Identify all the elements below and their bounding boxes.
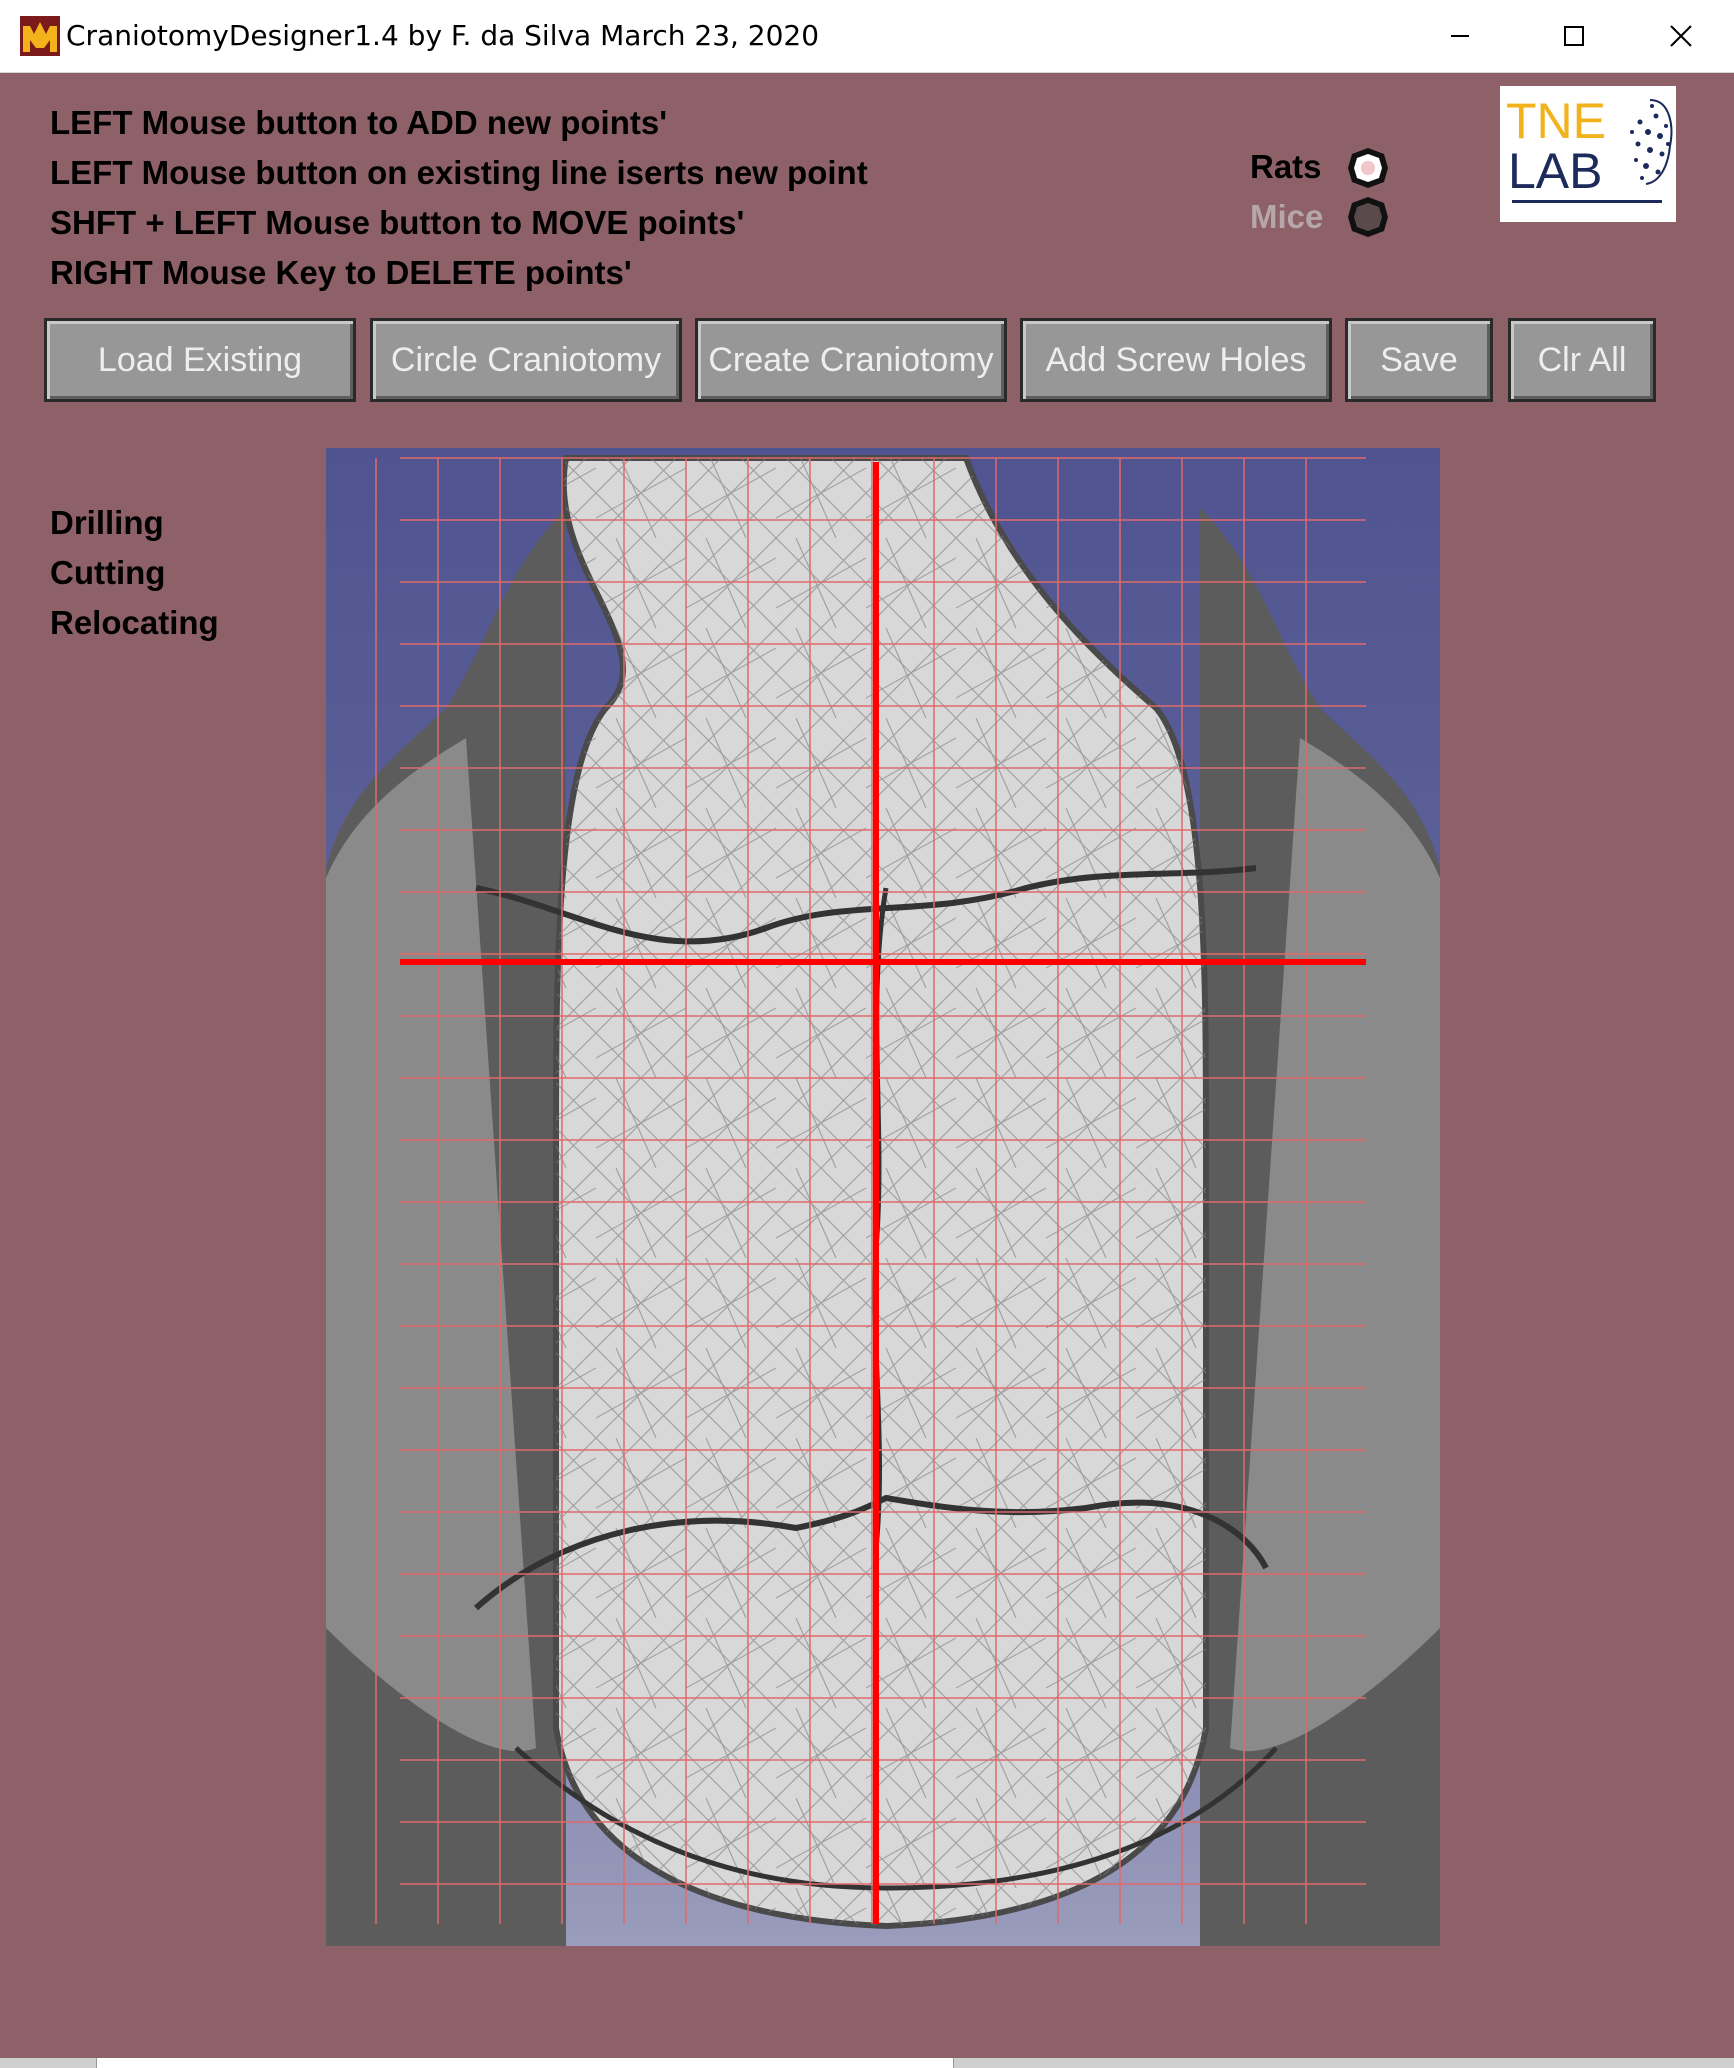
instruction-insert: LEFT Mouse button on existing line isert… (50, 154, 868, 191)
load-existing-button[interactable]: Load Existing (44, 318, 356, 402)
create-craniotomy-button[interactable]: Create Craniotomy (695, 318, 1007, 402)
logo-line1: TNE (1506, 93, 1606, 149)
skull-viewport[interactable] (326, 448, 1440, 1946)
scrollbar-thumb[interactable] (96, 2058, 954, 2068)
brain-icon (1630, 99, 1673, 185)
close-button[interactable] (1628, 0, 1734, 72)
window-title-bar: CraniotomyDesigner1.4 by F. da Silva Mar… (0, 0, 1734, 73)
instructions-panel: LEFT Mouse button to ADD new points' LEF… (50, 98, 868, 298)
instruction-move: SHFT + LEFT Mouse button to MOVE points' (50, 204, 745, 241)
radio-mice[interactable] (1346, 195, 1390, 239)
instruction-add: LEFT Mouse button to ADD new points' (50, 104, 668, 141)
clear-all-button[interactable]: Clr All (1508, 318, 1656, 402)
tne-lab-logo-graphic: TNE LAB (1506, 93, 1673, 203)
logo-tagline (1512, 200, 1662, 203)
minimize-button[interactable] (1400, 0, 1520, 72)
maximize-icon (1564, 26, 1584, 46)
close-icon (1670, 25, 1692, 47)
status-cutting: Cutting (50, 554, 166, 591)
tne-lab-logo: TNE LAB (1500, 86, 1676, 222)
bottom-scrollbar[interactable] (0, 2058, 1734, 2068)
status-list: Drilling Cutting Relocating (50, 498, 219, 648)
logo-line2: LAB (1508, 143, 1603, 199)
app-icon (20, 16, 60, 56)
skull-canvas[interactable] (326, 448, 1440, 1946)
radio-rats[interactable] (1346, 146, 1390, 190)
status-drilling: Drilling (50, 504, 164, 541)
status-relocating: Relocating (50, 604, 219, 641)
radio-mice-label: Mice (1250, 198, 1324, 235)
save-button[interactable]: Save (1345, 318, 1493, 402)
circle-craniotomy-button[interactable]: Circle Craniotomy (370, 318, 682, 402)
add-screw-holes-button[interactable]: Add Screw Holes (1020, 318, 1332, 402)
minimize-icon (1451, 35, 1469, 37)
radio-rats-label: Rats (1250, 148, 1322, 185)
maximize-button[interactable] (1514, 0, 1634, 72)
window-title: CraniotomyDesigner1.4 by F. da Silva Mar… (66, 19, 820, 52)
instruction-delete: RIGHT Mouse Key to DELETE points' (50, 254, 632, 291)
